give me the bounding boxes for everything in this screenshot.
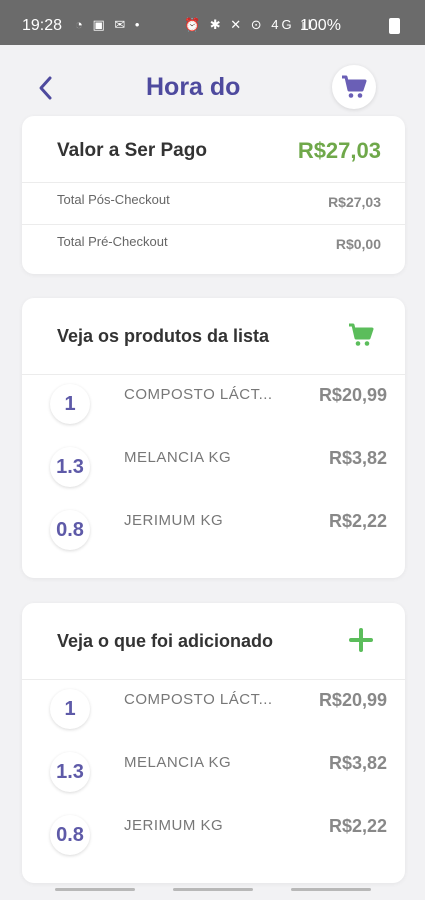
pre-checkout-label: Total Pré-Checkout	[57, 234, 168, 249]
item-price: R$20,99	[318, 385, 387, 405]
quantity-badge: 1	[50, 689, 90, 729]
list-products-title: Veja os produtos da lista	[57, 326, 270, 346]
payment-summary-card: Valor a Ser Pago R$27,03 Total Pós-Check…	[22, 116, 405, 274]
pre-checkout-value: R$0,00	[335, 236, 381, 252]
quantity-badge: 1	[50, 384, 90, 424]
amount-due-label: Valor a Ser Pago	[57, 140, 207, 161]
app-header: Hora do	[0, 45, 425, 120]
list-item[interactable]: 1 COMPOSTO LÁCT... R$20,99	[22, 683, 405, 735]
item-price: R$2,22	[328, 511, 387, 531]
cart-icon	[342, 75, 367, 98]
quantity-badge: 1.3	[50, 447, 90, 487]
notification-icons: ◔ ▣ ✉ •	[75, 17, 143, 32]
status-bar: 19:28 ◔ ▣ ✉ • ⏰ ✱ ✕ ⊙ 4G ıl 100%	[0, 0, 425, 45]
list-item[interactable]: 1.3 MELANCIA KG R$3,82	[22, 441, 405, 493]
item-name: JERIMUM KG	[124, 817, 224, 834]
page-title: Hora do	[146, 73, 241, 101]
plus-icon	[349, 628, 373, 652]
quantity-badge: 1.3	[50, 752, 90, 792]
system-nav-bar	[0, 880, 425, 900]
item-name: COMPOSTO LÁCT...	[124, 386, 273, 403]
list-products-card: Veja os produtos da lista 1 COMPOSTO LÁC…	[22, 298, 405, 578]
amount-due-value: R$27,03	[297, 138, 381, 163]
nav-back[interactable]	[291, 888, 371, 891]
divider	[22, 679, 405, 680]
cart-icon	[349, 323, 374, 346]
item-price: R$2,22	[328, 816, 387, 836]
back-button[interactable]	[34, 73, 58, 103]
nav-recents[interactable]	[55, 888, 135, 891]
added-products-title: Veja o que foi adicionado	[57, 631, 274, 651]
quantity-badge: 0.8	[50, 815, 90, 855]
item-price: R$20,99	[318, 690, 387, 710]
divider	[22, 224, 405, 225]
item-name: COMPOSTO LÁCT...	[124, 691, 273, 708]
item-name: MELANCIA KG	[124, 449, 232, 466]
list-item[interactable]: 0.8 JERIMUM KG R$2,22	[22, 809, 405, 861]
status-time: 19:28	[22, 17, 63, 34]
system-icons: ⏰ ✱ ✕ ⊙ 4G ıl	[184, 17, 314, 32]
post-checkout-value: R$27,03	[328, 194, 381, 210]
divider	[22, 182, 405, 183]
list-cart-button[interactable]	[346, 320, 376, 350]
item-price: R$3,82	[328, 753, 387, 773]
post-checkout-label: Total Pós-Checkout	[57, 192, 170, 207]
cart-button[interactable]	[332, 65, 376, 109]
list-item[interactable]: 0.8 JERIMUM KG R$2,22	[22, 504, 405, 556]
item-name: JERIMUM KG	[124, 512, 224, 529]
chevron-left-icon	[39, 76, 52, 100]
quantity-badge: 0.8	[50, 510, 90, 550]
add-item-button[interactable]	[346, 625, 376, 655]
divider	[22, 374, 405, 375]
list-item[interactable]: 1.3 MELANCIA KG R$3,82	[22, 746, 405, 798]
battery-percent: 100%	[300, 17, 341, 34]
list-item[interactable]: 1 COMPOSTO LÁCT... R$20,99	[22, 378, 405, 430]
nav-home[interactable]	[173, 888, 253, 891]
item-name: MELANCIA KG	[124, 754, 232, 771]
item-price: R$3,82	[328, 448, 387, 468]
added-products-card: Veja o que foi adicionado 1 COMPOSTO LÁC…	[22, 603, 405, 883]
battery-icon	[389, 18, 400, 34]
